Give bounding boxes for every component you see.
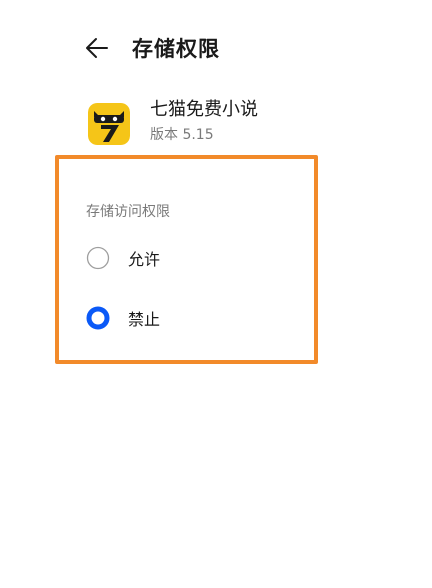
option-deny[interactable]: 禁止 <box>86 306 160 330</box>
app-info: 七猫免费小说 版本 5.15 <box>88 98 258 145</box>
back-arrow-icon[interactable] <box>84 35 110 61</box>
option-deny-label: 禁止 <box>128 310 161 329</box>
page-title: 存储权限 <box>132 37 220 61</box>
radio-selected-icon[interactable] <box>86 306 110 330</box>
app-version: 版本 5.15 <box>150 127 214 143</box>
header-bar: 存储权限 <box>84 28 220 68</box>
radio-unselected-icon[interactable] <box>86 246 110 270</box>
seven-cat-app-icon <box>88 103 130 145</box>
storage-access-section-label: 存储访问权限 <box>86 204 170 220</box>
app-name: 七猫免费小说 <box>150 99 258 120</box>
option-allow-label: 允许 <box>128 250 161 269</box>
option-allow[interactable]: 允许 <box>86 246 160 270</box>
